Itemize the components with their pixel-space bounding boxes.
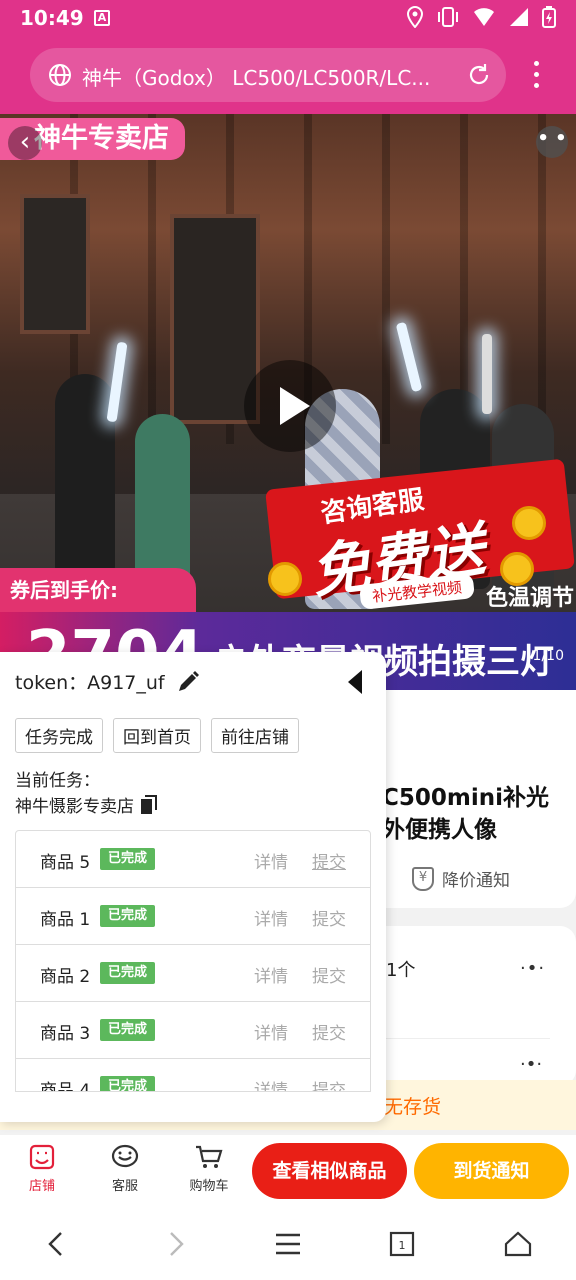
detail-link[interactable]: 详情 [254, 848, 288, 873]
cart-nav-button[interactable]: 购物车 [174, 1143, 244, 1194]
list-item: 商品 4 已完成 详情 提交 [16, 1059, 370, 1092]
promo-tail: 色温调节 [486, 586, 575, 611]
status-badge: 已完成 [100, 848, 156, 870]
play-icon[interactable] [244, 360, 336, 452]
coin-icon [512, 506, 546, 540]
store-nav-button[interactable]: 店铺 [7, 1143, 77, 1194]
task-panel: token：A917_uf 任务完成 回到首页 前往店铺 当前任务： 神牛慑影专… [0, 652, 386, 1122]
submit-link[interactable]: 提交 [312, 962, 346, 987]
status-bar: 10:49 A [0, 0, 576, 36]
arrival-notify-button[interactable]: 到货通知 [414, 1143, 569, 1199]
app-notification-icon: A [94, 10, 110, 26]
copy-icon[interactable] [140, 794, 158, 815]
spec-count: 1个 [386, 960, 416, 981]
status-time: 10:49 [20, 6, 84, 30]
browser-menu-icon[interactable] [526, 58, 546, 92]
submit-link[interactable]: 提交 [312, 1076, 346, 1091]
service-nav-button[interactable]: 客服 [90, 1143, 160, 1194]
list-item: 商品 1 已完成 详情 提交 [16, 888, 370, 945]
status-badge: 已完成 [100, 1076, 156, 1091]
detail-link[interactable]: 详情 [254, 905, 288, 930]
detail-link[interactable]: 详情 [254, 962, 288, 987]
list-item: 商品 2 已完成 详情 提交 [16, 945, 370, 1002]
svg-text:1: 1 [399, 1239, 406, 1252]
battery-icon [542, 6, 556, 28]
cart-icon [196, 1145, 223, 1168]
list-item: 商品 5 已完成 详情 提交 [16, 831, 370, 888]
detail-link[interactable]: 详情 [254, 1019, 288, 1044]
task-done-button[interactable]: 任务完成 [15, 718, 103, 753]
more-icon[interactable]: • • [536, 126, 568, 158]
item-name: 商品 2 [40, 967, 91, 987]
token-row: token：A917_uf [15, 668, 201, 695]
item-name: 商品 4 [40, 1081, 91, 1092]
item-name: 商品 1 [40, 910, 91, 930]
product-video[interactable]: 神牛专卖店 ‹ • • 咨询客服 免费送 补光教学视频 色温调节 券后到手价: … [0, 114, 576, 690]
more-options-icon[interactable]: ·•· [520, 958, 545, 979]
location-icon [406, 6, 424, 28]
item-name: 商品 3 [40, 1024, 91, 1044]
stock-status: 无存货 [384, 1096, 442, 1118]
back-icon[interactable]: ‹ [8, 126, 42, 160]
price-notify-button[interactable]: ¥ 降价通知 [412, 866, 510, 891]
status-badge: 已完成 [100, 905, 156, 927]
system-icons [406, 6, 556, 28]
menu-nav-icon[interactable] [273, 1229, 303, 1259]
store-icon [29, 1144, 55, 1170]
view-similar-button[interactable]: 查看相似商品 [252, 1143, 407, 1199]
customer-service-icon [111, 1144, 139, 1168]
collapse-panel-icon[interactable] [346, 668, 364, 696]
page-title: 神牛（Godox） LC500/LC500R/LC... [82, 66, 431, 90]
list-item: 商品 3 已完成 详情 提交 [16, 1002, 370, 1059]
system-nav-bar: 1 [0, 1207, 576, 1280]
status-badge: 已完成 [100, 1019, 156, 1041]
detail-link[interactable]: 详情 [254, 1076, 288, 1091]
globe-icon [49, 64, 71, 86]
submit-link[interactable]: 提交 [312, 848, 346, 873]
tabs-nav-icon[interactable]: 1 [387, 1229, 417, 1259]
price-tag-icon: ¥ [412, 866, 434, 891]
goto-store-button[interactable]: 前往店铺 [211, 718, 299, 753]
edit-icon[interactable] [175, 669, 201, 695]
reload-icon[interactable] [466, 62, 492, 88]
current-task-name: 神牛慑影专卖店 [15, 797, 134, 817]
product-name: C500mini补光 外便携人像 [382, 785, 549, 843]
bottom-action-bar: 店铺 客服 购物车 查看相似商品 到货通知 [0, 1135, 576, 1207]
forward-nav-icon[interactable] [160, 1229, 190, 1259]
status-badge: 已完成 [100, 962, 156, 984]
wifi-icon [474, 8, 494, 26]
coin-icon [268, 562, 302, 596]
current-task: 神牛慑影专卖店 [15, 792, 158, 817]
submit-link[interactable]: 提交 [312, 1019, 346, 1044]
home-button[interactable]: 回到首页 [113, 718, 201, 753]
more-options-icon[interactable]: ·•· [520, 1054, 542, 1075]
current-task-label: 当前任务： [15, 771, 100, 791]
token-label: token：A917_uf [15, 672, 165, 694]
submit-link[interactable]: 提交 [312, 905, 346, 930]
item-name: 商品 5 [40, 853, 91, 873]
signal-icon [510, 8, 528, 26]
address-bar[interactable]: 神牛（Godox） LC500/LC500R/LC... [30, 48, 506, 102]
vibrate-icon [438, 7, 458, 27]
price-label: 券后到手价: [0, 568, 196, 612]
image-counter: 1/10 [532, 648, 564, 664]
panel-actions: 任务完成 回到首页 前往店铺 [15, 718, 299, 753]
home-nav-icon[interactable] [503, 1229, 533, 1259]
back-nav-icon[interactable] [42, 1229, 72, 1259]
browser-toolbar: 神牛（Godox） LC500/LC500R/LC... [0, 36, 576, 114]
task-item-list[interactable]: 商品 5 已完成 详情 提交 商品 1 已完成 详情 提交 商品 2 已完成 详… [15, 830, 371, 1092]
